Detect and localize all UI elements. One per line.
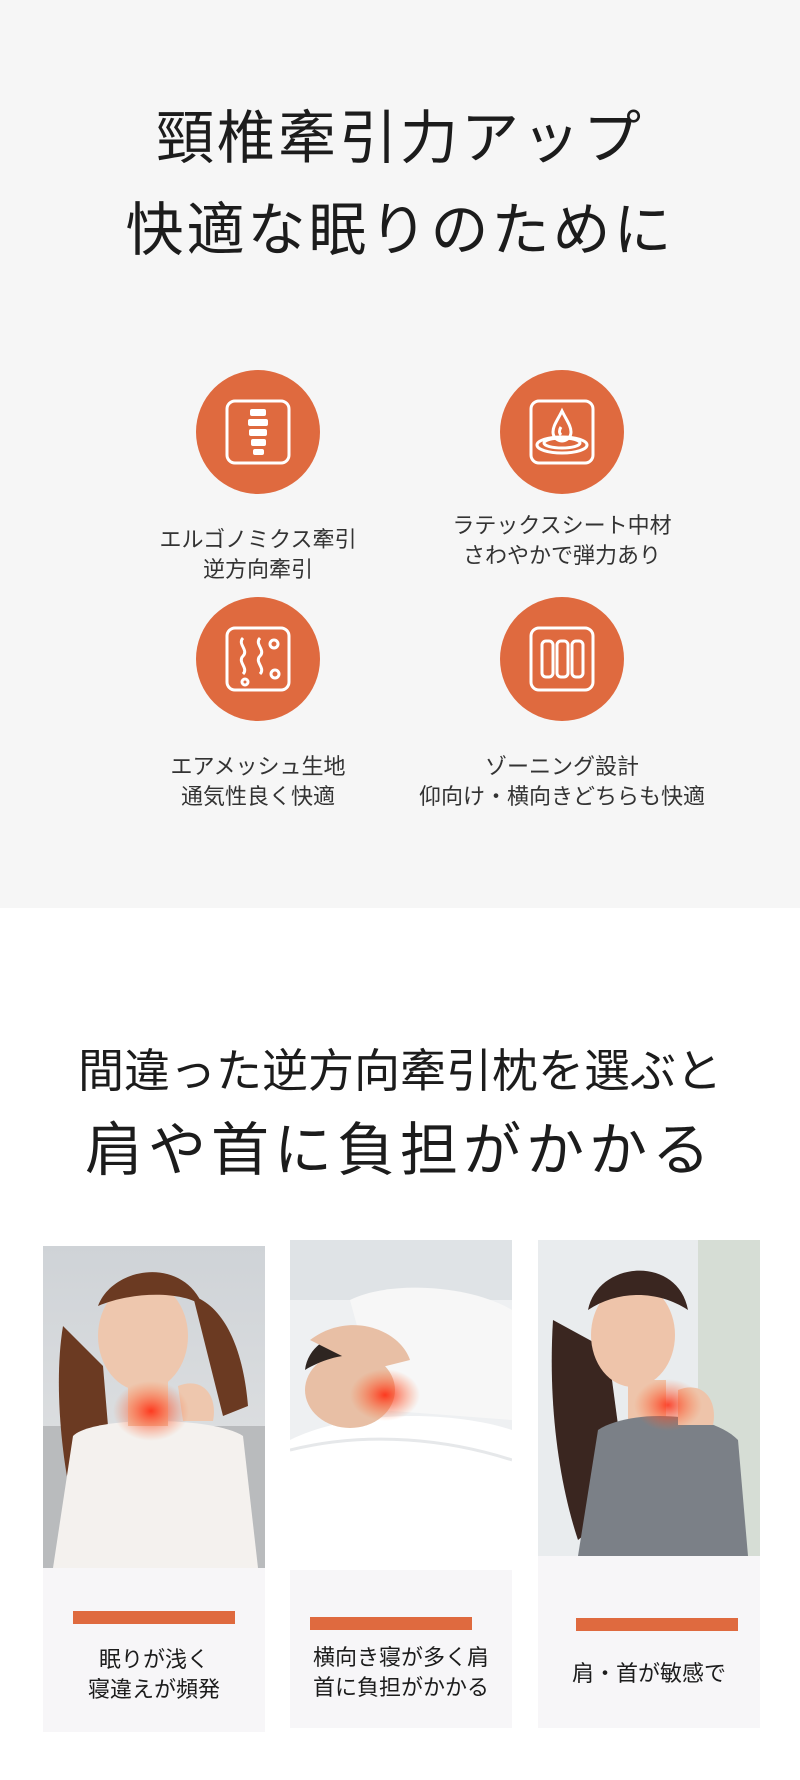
feature-label: ラテックスシート中材 さわやかで弾力あり <box>392 512 732 572</box>
card-caption-line2: 首に負担がかかる <box>312 1676 489 1701</box>
feature-section: 頸椎牽引力アップ 快適な眠りのために エルゴノミクス牽引 逆方向牽引 ラテックス… <box>0 0 800 908</box>
card-caption: 横向き寝が多く肩 首に負担がかかる <box>290 1644 512 1704</box>
problem-card-sensitive: 肩・首が敏感で <box>538 1240 760 1728</box>
problem-card-light-sleep: 眠りが浅く 寝違えが頻発 <box>43 1246 265 1732</box>
card-caption-line1: 肩・首が敏感で <box>571 1662 726 1687</box>
problem-title-line2: 肩や首に負担がかかる <box>84 1116 715 1184</box>
feature-line1: エアメッシュ生地 <box>170 755 346 780</box>
card-caption: 眠りが浅く 寝違えが頻発 <box>43 1646 265 1706</box>
feature-line1: エルゴノミクス牽引 <box>159 528 357 553</box>
feature-label: エルゴノミクス牽引 逆方向牽引 <box>88 526 428 586</box>
card-caption-line2: 寝違えが頻発 <box>87 1678 220 1703</box>
problem-title-line1: 間違った逆方向牽引枕を選ぶと <box>78 1044 722 1098</box>
zoning-icon <box>500 597 624 721</box>
water-drop-icon <box>500 370 624 494</box>
card-caption-line1: 横向き寝が多く肩 <box>312 1646 489 1671</box>
feature-label: ゾーニング設計 仰向け・横向きどちらも快適 <box>392 753 732 813</box>
man-neck-pain-photo <box>290 1240 512 1570</box>
feature-label: エアメッシュ生地 通気性良く快適 <box>88 753 428 813</box>
feature-ergonomic-traction: エルゴノミクス牽引 逆方向牽引 <box>88 370 428 586</box>
card-caption: 肩・首が敏感で <box>538 1660 760 1690</box>
hero-title-line2: 快適な眠りのために <box>125 196 675 264</box>
feature-latex-sheet: ラテックスシート中材 さわやかで弾力あり <box>392 370 732 572</box>
feature-line2: 通気性良く快適 <box>180 785 335 810</box>
feature-air-mesh: エアメッシュ生地 通気性良く快適 <box>88 597 428 813</box>
woman-neck-pain-photo <box>43 1246 265 1568</box>
card-caption-line1: 眠りが浅く <box>98 1648 209 1673</box>
hero-title-line1: 頸椎牽引力アップ <box>155 104 644 172</box>
feature-line2: 仰向け・横向きどちらも快適 <box>418 785 705 810</box>
accent-bar <box>73 1611 235 1624</box>
air-mesh-icon <box>196 597 320 721</box>
problem-card-side-sleep: 横向き寝が多く肩 首に負担がかかる <box>290 1240 512 1728</box>
accent-bar <box>576 1618 738 1631</box>
accent-bar <box>310 1617 472 1630</box>
woman-shoulder-pain-photo <box>538 1240 760 1556</box>
feature-line2: 逆方向牽引 <box>202 558 313 583</box>
feature-line1: ゾーニング設計 <box>484 755 639 780</box>
feature-line2: さわやかで弾力あり <box>462 544 661 569</box>
feature-zoning: ゾーニング設計 仰向け・横向きどちらも快適 <box>392 597 732 813</box>
spine-icon <box>196 370 320 494</box>
hero-title: 頸椎牽引力アップ 快適な眠りのために <box>0 92 800 276</box>
feature-line1: ラテックスシート中材 <box>452 514 672 539</box>
